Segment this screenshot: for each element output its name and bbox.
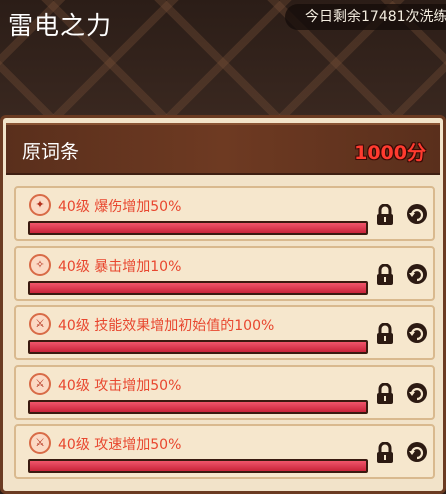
sword-icon: ⚔ [29,313,51,335]
reroll-icon[interactable] [406,382,428,404]
affix-panel: 原词条 1000分 ✦ 40级 爆伤增加50% ✧ 40级 暴击增加10% ⚔ 40级 技… [0,115,446,494]
reroll-icon[interactable] [406,322,428,344]
affix-progress-fill [30,283,366,293]
reroll-icon[interactable] [406,263,428,285]
affix-row: ✧ 40级 暴击增加10% [14,246,435,301]
affix-row: ✦ 40级 爆伤增加50% [14,186,435,241]
affix-progress-fill [30,223,366,233]
affix-progress-bar [28,459,368,473]
lock-icon[interactable] [376,323,394,345]
reroll-icon[interactable] [406,441,428,463]
lock-icon[interactable] [376,383,394,405]
affix-text: 40级 攻速增加50% [58,437,182,453]
affix-progress-bar [28,281,368,295]
affix-text: 40级 暴击增加10% [58,259,182,275]
affix-progress-bar [28,400,368,414]
lock-icon[interactable] [376,264,394,286]
affix-progress-fill [30,342,366,352]
score-badge: 1000分 [354,142,426,164]
affix-text: 40级 攻击增加50% [58,378,182,394]
panel-label: 原词条 [22,141,80,163]
lock-icon[interactable] [376,204,394,226]
affix-row: ⚔ 40级 攻击增加50% [14,365,435,420]
affix-progress-fill [30,402,366,412]
remaining-count-label: 今日剩余17481次洗练 [285,4,446,30]
lock-icon[interactable] [376,442,394,464]
crit-rate-icon: ✧ [29,254,51,276]
sword-icon: ⚔ [29,373,51,395]
panel-header: 原词条 1000分 [6,123,440,175]
affix-progress-bar [28,340,368,354]
reroll-icon[interactable] [406,203,428,225]
sword-icon: ⚔ [29,432,51,454]
affix-row: ⚔ 40级 攻速增加50% [14,424,435,479]
affix-progress-fill [30,461,366,471]
affix-row: ⚔ 40级 技能效果增加初始值的100% [14,305,435,360]
affix-progress-bar [28,221,368,235]
affix-text: 40级 技能效果增加初始值的100% [58,318,275,334]
affix-text: 40级 爆伤增加50% [58,199,182,215]
crit-damage-icon: ✦ [29,194,51,216]
page-title: 雷电之力 [8,11,113,40]
